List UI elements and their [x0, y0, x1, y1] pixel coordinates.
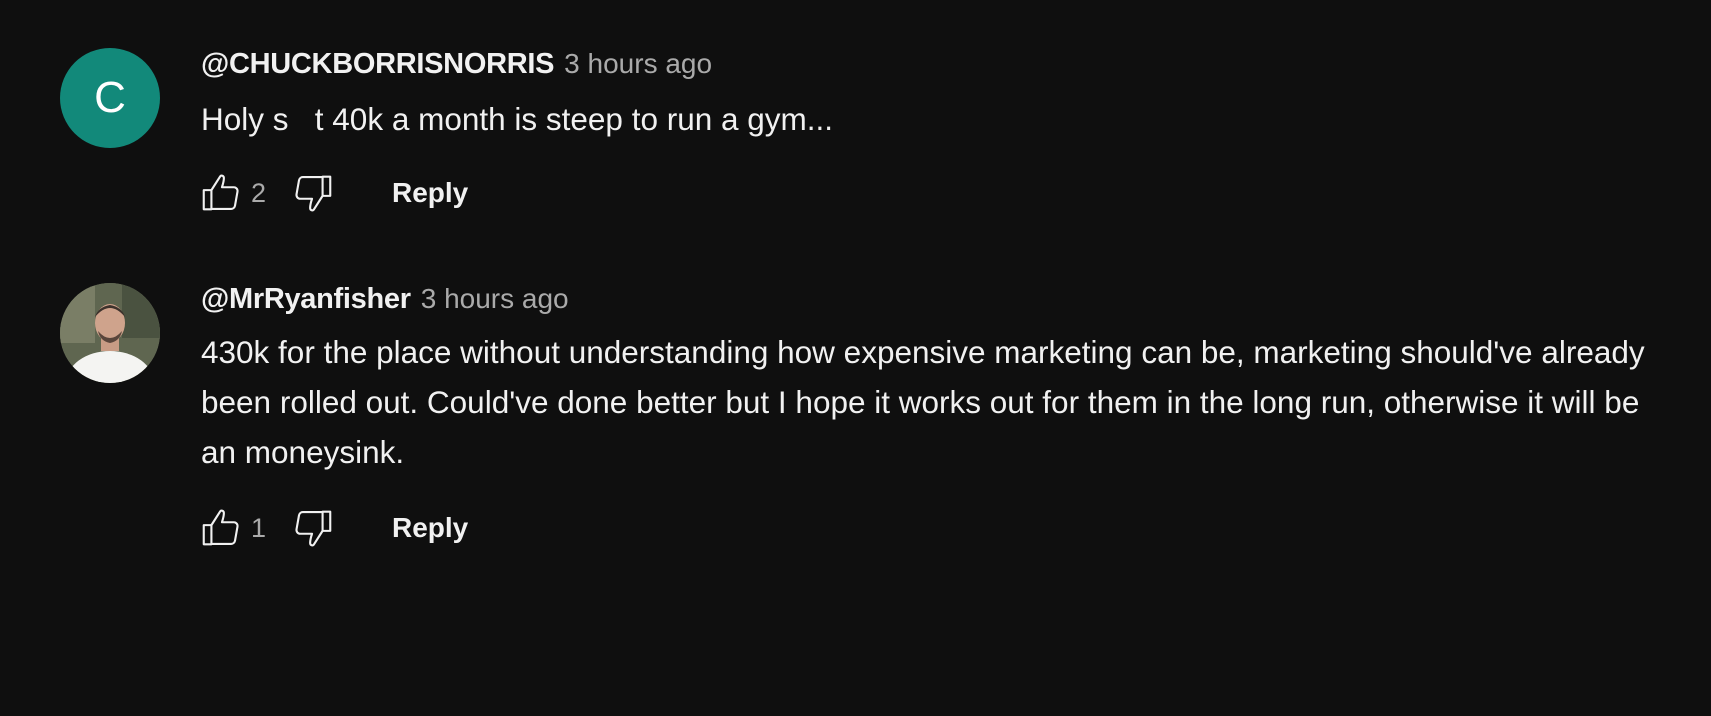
thumbs-up-icon	[202, 509, 239, 546]
comment-actions: 1 Reply	[201, 503, 1681, 553]
comment-header: @MrRyanfisher 3 hours ago	[201, 283, 1681, 323]
comment-time[interactable]: 3 hours ago	[421, 283, 569, 315]
avatar[interactable]	[60, 283, 160, 383]
avatar[interactable]: C	[60, 48, 160, 148]
like-button[interactable]	[197, 504, 245, 552]
comment-text: 430k for the place without understanding…	[201, 334, 1654, 470]
thumbs-down-icon	[295, 175, 332, 212]
author-name[interactable]: @MrRyanfisher	[201, 283, 411, 316]
reply-button[interactable]: Reply	[392, 512, 468, 544]
comment-header: @CHUCKBORRISNORRIS 3 hours ago	[201, 48, 1681, 88]
comment-time[interactable]: 3 hours ago	[564, 48, 712, 80]
comment-body: @MrRyanfisher 3 hours ago 430k for the p…	[201, 283, 1681, 553]
like-button[interactable]	[197, 169, 245, 217]
author-name[interactable]: @CHUCKBORRISNORRIS	[201, 48, 554, 81]
comment-body: @CHUCKBORRISNORRIS 3 hours ago Holy s t …	[201, 48, 1681, 218]
like-count: 2	[251, 177, 267, 208]
like-count: 1	[251, 512, 267, 543]
comment-text: Holy s t 40k a month is steep to run a g…	[201, 101, 834, 137]
reply-button[interactable]: Reply	[392, 177, 468, 209]
thumbs-down-icon	[295, 510, 332, 547]
comment-actions: 2 Reply	[201, 168, 1681, 218]
avatar-photo	[60, 283, 160, 383]
dislike-button[interactable]	[289, 504, 337, 552]
avatar-letter: C	[94, 73, 126, 122]
thumbs-up-icon	[202, 174, 239, 211]
dislike-button[interactable]	[289, 169, 337, 217]
